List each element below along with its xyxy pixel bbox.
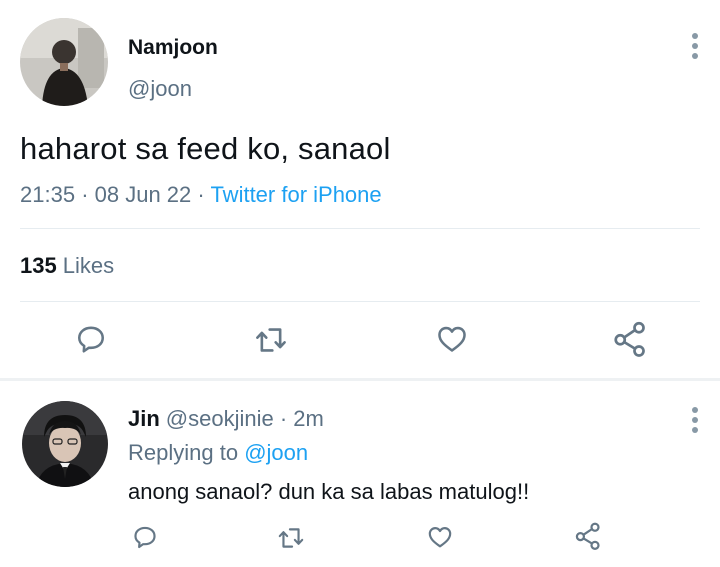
heart-icon[interactable] (426, 524, 454, 550)
replying-prefix: Replying to (128, 440, 239, 465)
tweet-text: haharot sa feed ko, sanaol (20, 131, 391, 166)
share-icon[interactable] (612, 320, 648, 358)
likes-stat[interactable]: 135 Likes (20, 253, 114, 279)
likes-count: 135 (20, 253, 57, 278)
reply-header: Jin @seokjinie · 2m (128, 406, 324, 432)
reply-text: anong sanaol? dun ka sa labas matulog!! (128, 479, 530, 504)
main-tweet: Namjoon @joon haharot sa feed ko, sanaol… (0, 0, 720, 380)
divider (20, 228, 700, 229)
meta-separator: · (197, 182, 211, 207)
reply-age[interactable]: 2m (293, 406, 324, 431)
tweet-time[interactable]: 21:35 (20, 182, 75, 207)
author-handle[interactable]: @joon (128, 76, 192, 102)
reply-author-handle[interactable]: @seokjinie (166, 406, 274, 431)
more-vertical-icon[interactable] (684, 405, 706, 437)
divider (20, 301, 700, 302)
reply-tweet[interactable]: Jin @seokjinie · 2m Replying to @joon ano… (0, 381, 720, 567)
retweet-icon[interactable] (277, 525, 305, 551)
replying-mention[interactable]: @joon (244, 440, 308, 465)
more-vertical-icon[interactable] (684, 30, 706, 66)
retweet-icon[interactable] (254, 324, 288, 356)
likes-label: Likes (62, 253, 115, 278)
tweet-source[interactable]: Twitter for iPhone (210, 182, 381, 207)
reply-author-name[interactable]: Jin (128, 406, 160, 431)
share-icon[interactable] (574, 521, 602, 551)
avatar[interactable] (20, 18, 108, 106)
reply-bubble-icon[interactable] (132, 524, 158, 550)
meta-separator: · (81, 182, 95, 207)
avatar[interactable] (22, 401, 108, 487)
replying-to: Replying to @joon (128, 440, 308, 466)
reply-bubble-icon[interactable] (75, 323, 107, 355)
tweet-date[interactable]: 08 Jun 22 (95, 182, 192, 207)
meta-separator: · (273, 406, 294, 431)
tweet-meta: 21:35 · 08 Jun 22 · Twitter for iPhone (20, 182, 382, 208)
heart-icon[interactable] (435, 323, 469, 355)
author-name[interactable]: Namjoon (128, 36, 218, 60)
